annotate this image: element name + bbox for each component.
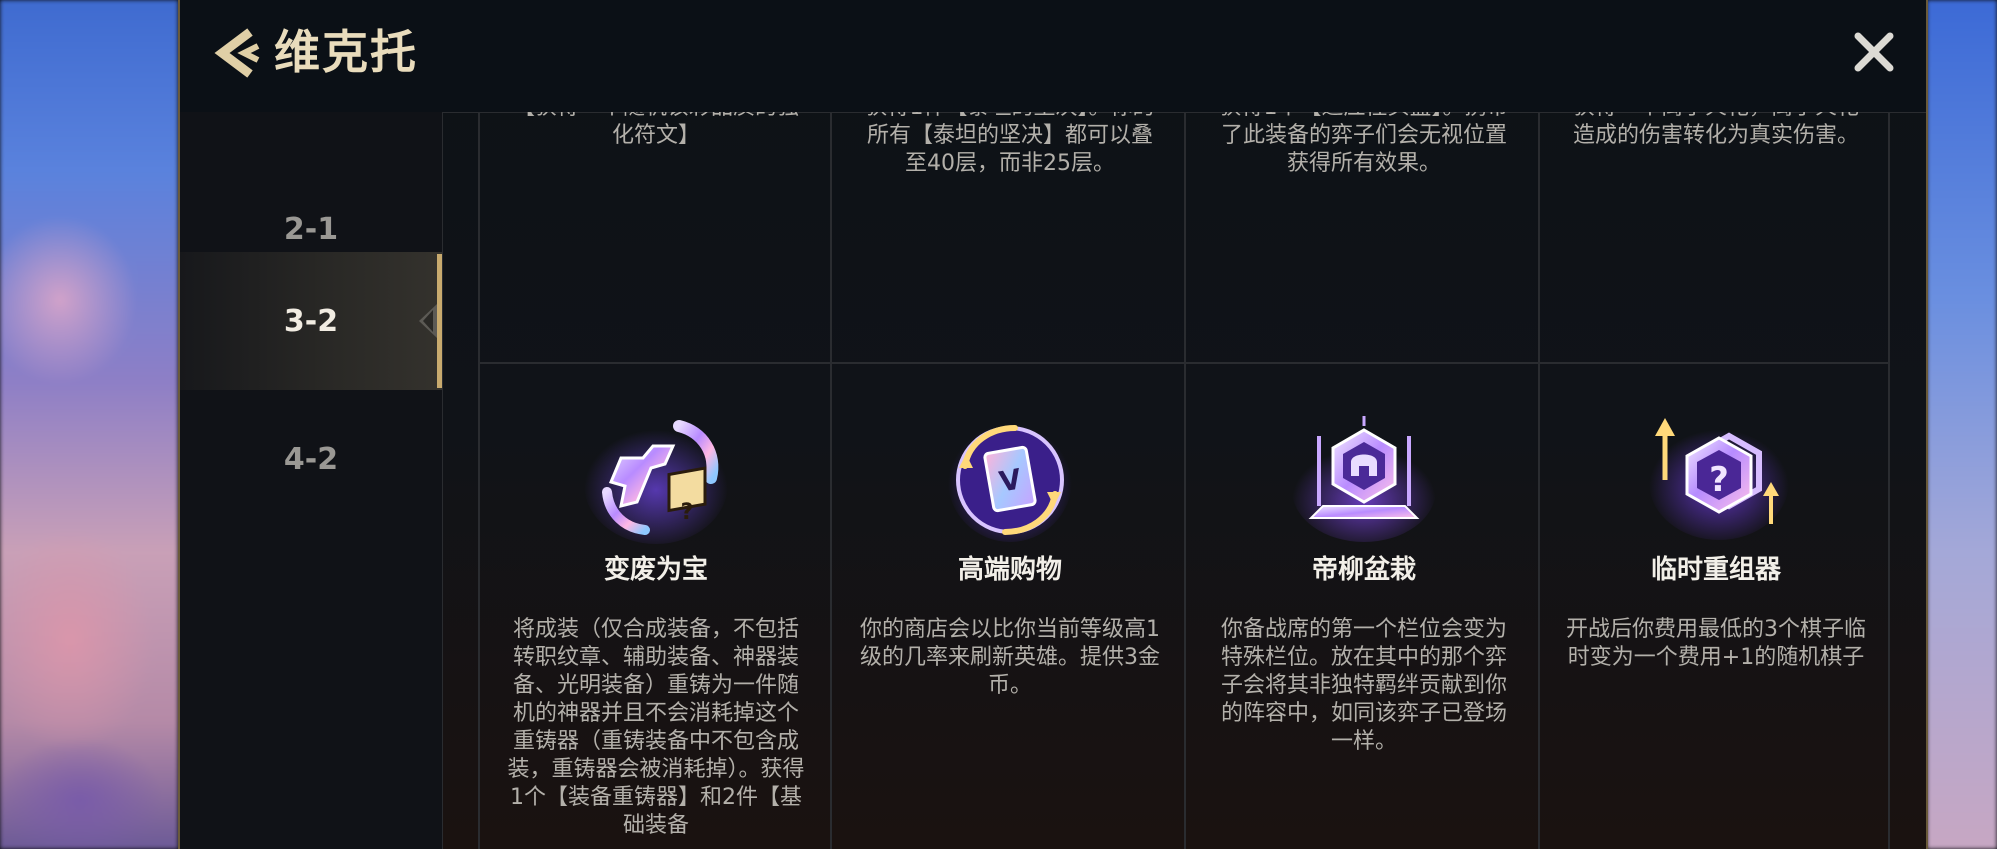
augment-description: 获得一个离子火花，离子火花造成的伤害转化为真实伤害。	[1572, 112, 1859, 148]
augment-card[interactable]: ? 变废为宝 将成装（仅合成装备，不包括转职纹章、辅助装备、神器装备、光明装备）…	[480, 364, 832, 849]
panel-header: 维克托	[180, 0, 1926, 113]
augment-name: 变废为宝	[603, 555, 708, 585]
augment-description: 【获得一个随机该彩品质的强化符文】	[513, 112, 799, 148]
stage-sidebar: 2-1 3-2 4-2	[180, 112, 443, 849]
svg-text:?: ?	[1709, 460, 1729, 500]
augment-grid: 【获得一个随机该彩品质的强化符文】 获得1件【泰坦的坚决】。你的所有【泰坦的坚决…	[478, 112, 1890, 849]
stage-tab-4-2[interactable]: 4-2	[180, 390, 442, 528]
augment-description: 将成装（仅合成装备，不包括转职纹章、辅助装备、神器装备、光明装备）重铸为一件随机…	[507, 617, 805, 838]
page-title: 维克托	[274, 25, 418, 79]
svg-text:?: ?	[681, 500, 694, 525]
augment-card[interactable]: V 高端购物 你的商店会以比你当前等级高1级的几率来刷新英雄。提供3金币。	[834, 364, 1186, 849]
game-background-left	[0, 0, 178, 849]
back-button[interactable]	[206, 24, 264, 82]
stage-tab-label: 2-1	[283, 211, 339, 247]
game-background-right	[1927, 0, 1997, 849]
augment-card[interactable]: 帝柳盆栽 你备战席的第一个栏位会变为特殊栏位。放在其中的那个弈子会将其非独特羁绊…	[1188, 364, 1540, 849]
wrench-mystery-box-icon: ?	[581, 406, 731, 546]
augment-name: 帝柳盆栽	[1311, 555, 1416, 585]
selected-caret-icon	[419, 304, 437, 338]
card-refresh-icon: V	[935, 406, 1085, 546]
mystery-hexagon-upgrade-icon: ?	[1641, 406, 1791, 546]
augment-card[interactable]: 获得一个离子火花，离子火花造成的伤害转化为真实伤害。	[1540, 112, 1890, 354]
augment-card[interactable]: 获得1个【适应性头盔】。携带了此装备的弈子们会无视位置获得所有效果。	[1188, 112, 1540, 354]
augment-card[interactable]: ? 临时重组器 开战后你费用最低的3个棋子临时变为一个费用+1的随机棋子	[1540, 364, 1890, 849]
augment-description: 你的商店会以比你当前等级高1级的几率来刷新英雄。提供3金币。	[860, 617, 1160, 698]
stage-tab-label: 4-2	[283, 441, 339, 477]
close-icon	[1854, 32, 1894, 72]
back-arrow-icon	[214, 28, 260, 78]
augment-name: 高端购物	[957, 555, 1062, 585]
augment-card[interactable]: 【获得一个随机该彩品质的强化符文】	[480, 112, 832, 354]
augment-name: 临时重组器	[1650, 555, 1781, 585]
augment-description: 你备战席的第一个栏位会变为特殊栏位。放在其中的那个弈子会将其非独特羁绊贡献到你的…	[1220, 617, 1507, 754]
augment-description: 获得1件【泰坦的坚决】。你的所有【泰坦的坚决】都可以叠至40层，而非25层。	[866, 112, 1155, 176]
close-button[interactable]	[1850, 28, 1898, 76]
stage-tab-3-2[interactable]: 3-2	[180, 252, 442, 390]
augment-card[interactable]: 获得1件【泰坦的坚决】。你的所有【泰坦的坚决】都可以叠至40层，而非25层。	[834, 112, 1186, 354]
augment-description: 获得1个【适应性头盔】。携带了此装备的弈子们会无视位置获得所有效果。	[1220, 112, 1509, 176]
helmet-platform-icon	[1289, 406, 1439, 546]
augment-description: 开战后你费用最低的3个棋子临时变为一个费用+1的随机棋子	[1566, 617, 1866, 670]
augment-panel: 维克托 2-1 3-2 4-2 化符文】 所有【泰坦的坚决】都可以叠至40层，而…	[178, 0, 1928, 849]
stage-tab-label: 3-2	[283, 303, 339, 339]
